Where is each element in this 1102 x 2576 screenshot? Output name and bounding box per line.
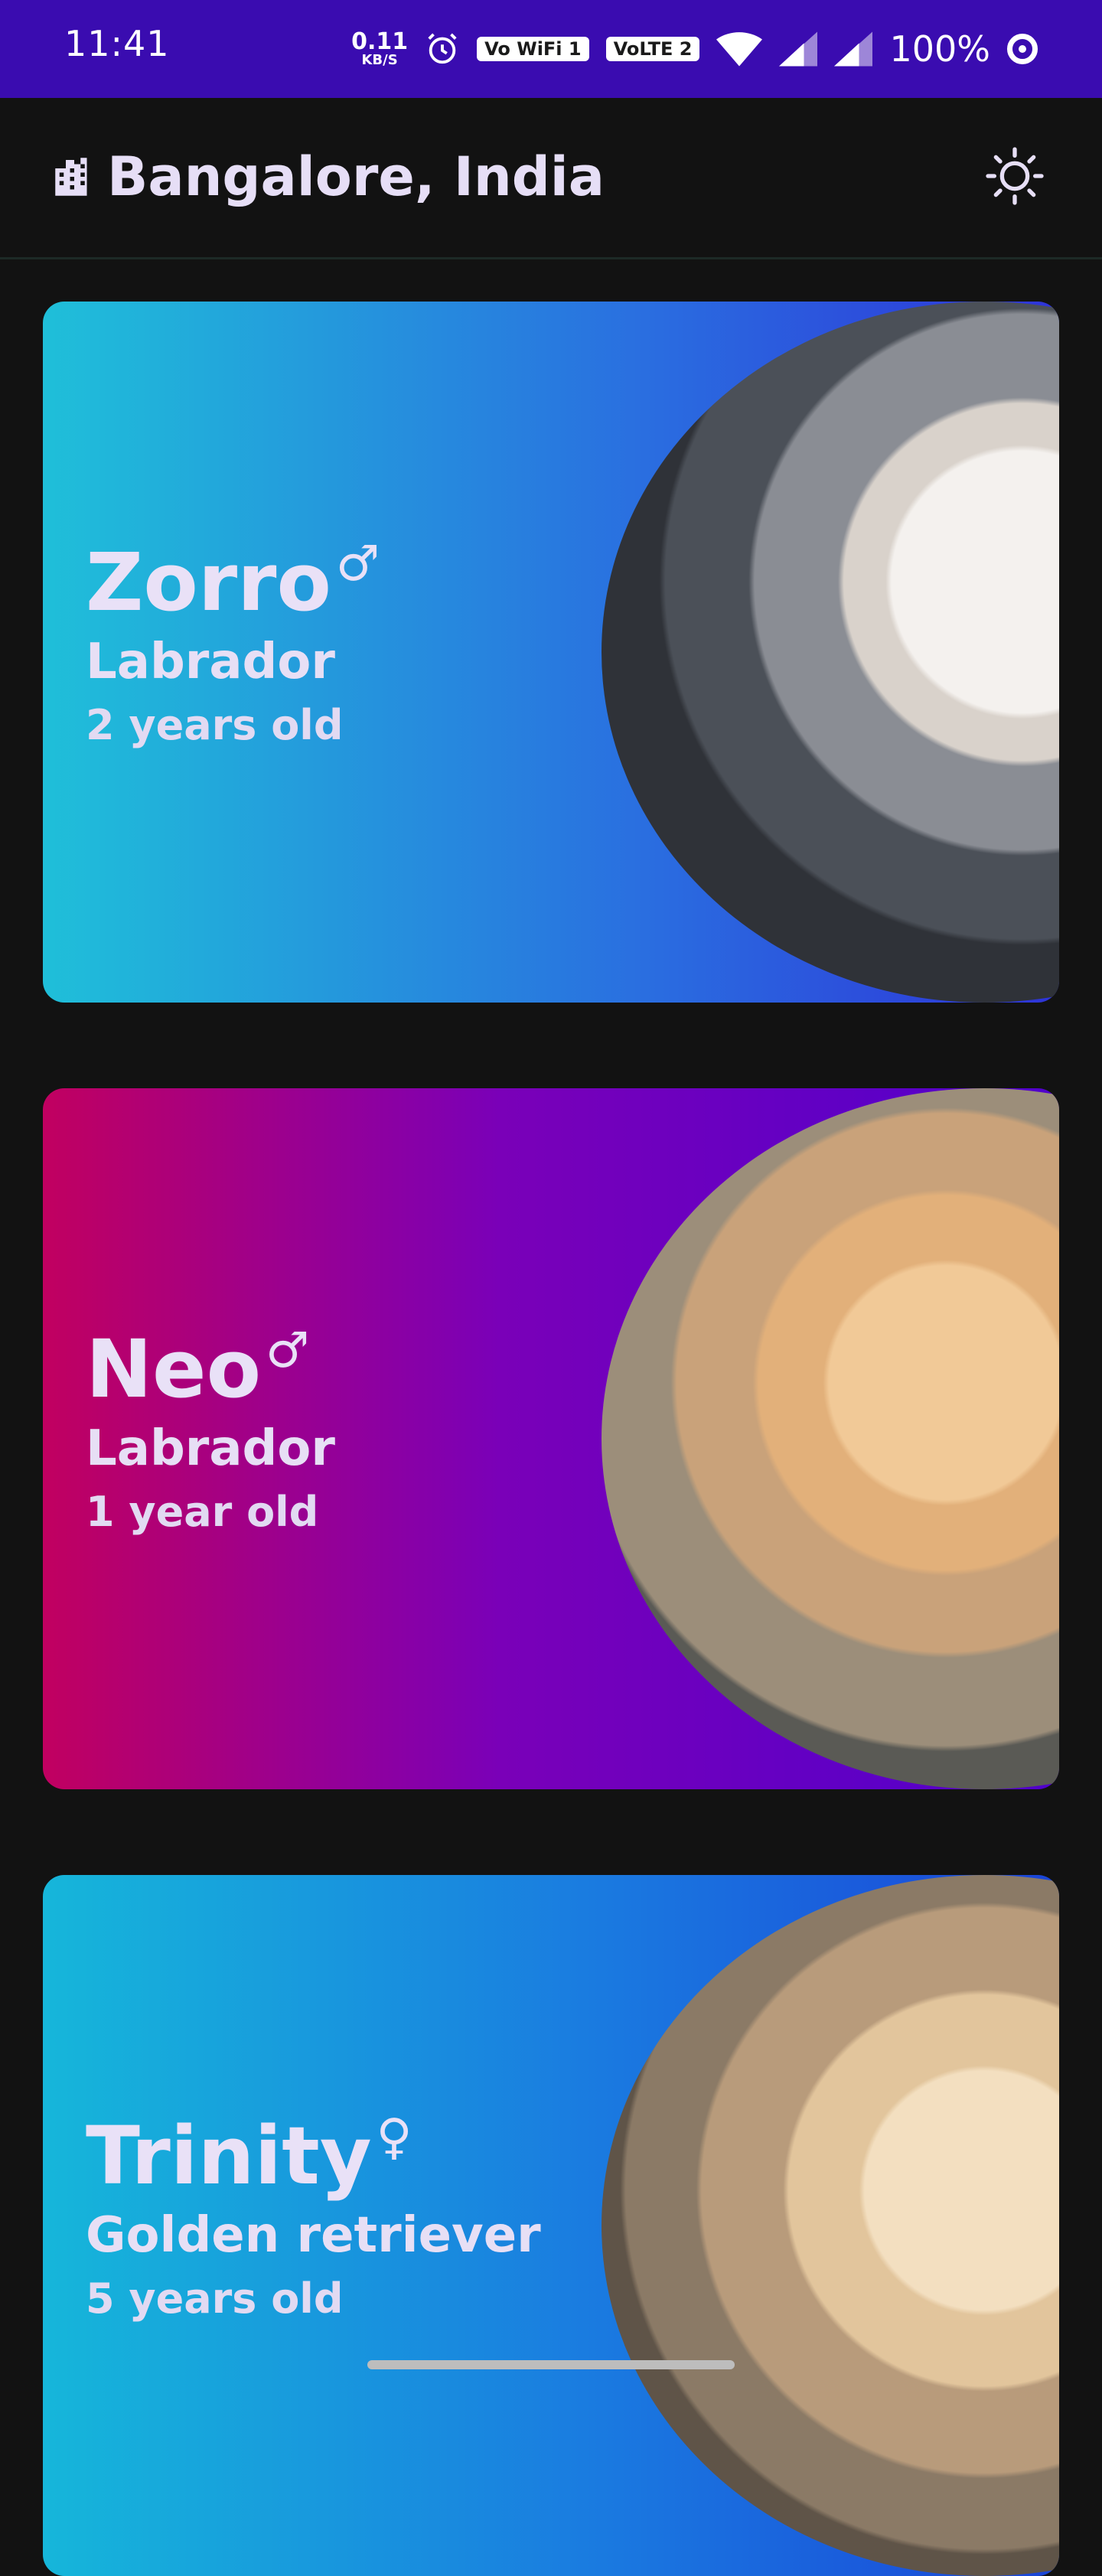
pet-photo [602,302,1059,1003]
pet-breed: Golden retriever [86,2207,541,2265]
network-speed-unit: KB/S [361,52,398,68]
pet-name: Zorro [86,536,331,629]
pet-card[interactable]: Neo ♂ Labrador 1 year old [43,1088,1059,1789]
status-time: 11:41 [64,23,170,64]
pet-name-row: Trinity ♀ [86,2109,541,2203]
volte-badge: VoLTE 2 [605,37,700,61]
pet-photo [602,1088,1059,1789]
pet-breed: Labrador [86,1420,335,1478]
pet-name: Trinity [86,2109,372,2203]
wifi-icon [716,32,763,67]
pet-card[interactable]: Trinity ♀ Golden retriever 5 years old [43,1875,1059,2576]
pet-photo [602,1875,1059,2576]
pet-name-row: Neo ♂ [86,1322,335,1416]
pet-name-row: Zorro ♂ [86,536,380,629]
gesture-nav-handle[interactable] [367,2360,735,2369]
battery-level: 100% [889,28,990,70]
signal-1-icon [779,31,818,67]
network-speed-value: 0.11 [351,28,409,55]
pet-age: 1 year old [86,1488,319,1537]
signal-2-icon [834,31,873,67]
data-saver-icon [1007,34,1038,64]
male-icon: ♂ [266,1322,310,1379]
pet-breed: Labrador [86,634,335,691]
theme-toggle-button[interactable] [980,141,1050,211]
pet-age: 2 years old [86,701,344,750]
status-icons: 0.11 KB/S Vo WiFi 1 VoLTE 2 100% [351,20,1038,78]
pet-age: 5 years old [86,2274,344,2323]
pet-card[interactable]: Zorro ♂ Labrador 2 years old [43,302,1059,1003]
pet-info: Trinity ♀ Golden retriever 5 years old [86,2109,541,2323]
location[interactable]: Bangalore, India [49,145,605,208]
network-speed: 0.11 KB/S [351,31,408,67]
female-icon: ♀ [376,2109,412,2166]
pet-name: Neo [86,1322,262,1416]
city-icon [55,158,87,196]
wifi-calling-badge: Vo WiFi 1 [477,37,589,61]
alarm-icon [428,33,457,64]
pet-info: Zorro ♂ Labrador 2 years old [86,536,380,750]
male-icon: ♂ [335,536,380,592]
status-bar: 11:41 0.11 KB/S Vo WiFi 1 VoLTE 2 100% [0,0,1102,98]
sun-icon [986,147,1044,205]
pet-info: Neo ♂ Labrador 1 year old [86,1322,335,1537]
location-label: Bangalore, India [107,145,605,208]
app-bar: Bangalore, India [0,98,1102,259]
